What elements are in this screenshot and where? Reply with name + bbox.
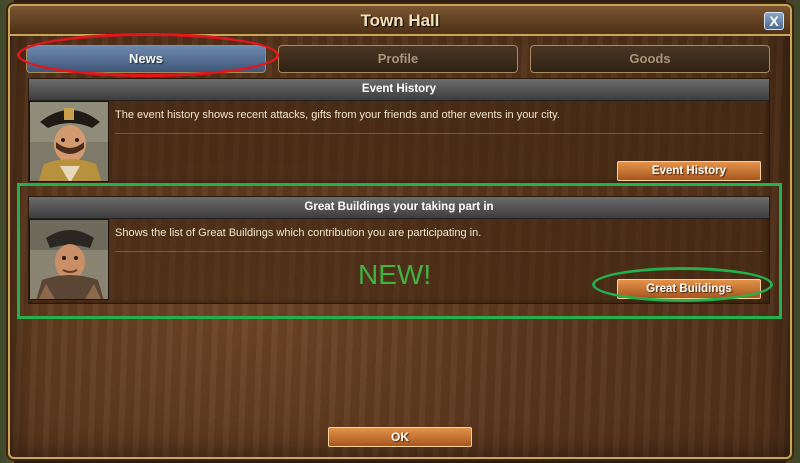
window-title: Town Hall bbox=[360, 11, 440, 30]
section-description: The event history shows recent attacks, … bbox=[115, 109, 763, 134]
news-tab-highlight bbox=[17, 33, 279, 77]
tab-goods[interactable]: Goods bbox=[530, 45, 770, 73]
title-bar: Town Hall X bbox=[10, 6, 790, 36]
great-buildings-button-highlight bbox=[592, 267, 773, 302]
tab-profile[interactable]: Profile bbox=[278, 45, 518, 73]
event-history-section: Event History The event history shows re… bbox=[28, 78, 770, 184]
section-header: Event History bbox=[29, 79, 769, 101]
officer-portrait bbox=[29, 101, 109, 182]
event-history-button[interactable]: Event History bbox=[617, 161, 761, 181]
ok-button[interactable]: OK bbox=[328, 427, 472, 447]
close-button[interactable]: X bbox=[764, 12, 784, 30]
